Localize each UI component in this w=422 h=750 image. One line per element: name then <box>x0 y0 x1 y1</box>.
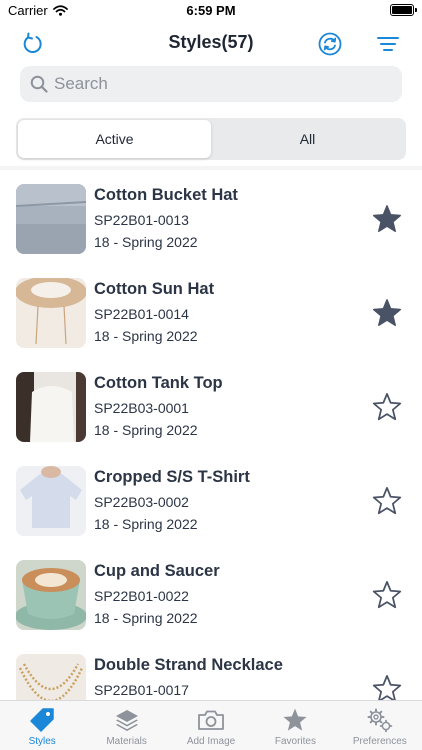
style-code: SP22B01-0017 <box>94 682 189 698</box>
favorite-star-filled-icon[interactable] <box>372 298 402 328</box>
list-item[interactable]: Cotton Sun Hat SP22B01-0014 18 - Spring … <box>0 264 422 358</box>
tab-favorites[interactable]: Favorites <box>253 701 337 750</box>
sync-button[interactable] <box>316 30 344 58</box>
style-name: Cotton Tank Top <box>94 374 223 392</box>
tab-bar: Styles Materials Add Image Favorites Pre… <box>0 700 422 750</box>
tab-label: Add Image <box>186 736 236 747</box>
battery-icon <box>390 4 417 16</box>
style-code: SP22B01-0013 <box>94 212 189 228</box>
page-title: Styles(57) <box>168 32 254 52</box>
list-item[interactable]: Cropped S/S T-Shirt SP22B03-0002 18 - Sp… <box>0 452 422 546</box>
filter-icon <box>377 37 399 51</box>
tab-label: Styles <box>28 736 56 747</box>
list-item[interactable]: Cotton Tank Top SP22B03-0001 18 - Spring… <box>0 358 422 452</box>
favorite-star-outline-icon[interactable] <box>372 486 402 516</box>
list-item[interactable]: Cup and Saucer SP22B01-0022 18 - Spring … <box>0 546 422 640</box>
tab-materials[interactable]: Materials <box>84 701 168 750</box>
style-season: 18 - Spring 2022 <box>94 328 198 344</box>
style-thumbnail <box>16 372 86 442</box>
style-thumbnail <box>16 466 86 536</box>
style-thumbnail <box>16 278 86 348</box>
search-icon <box>30 75 48 93</box>
style-season: 18 - Spring 2022 <box>94 234 198 250</box>
style-season: 18 - Spring 2022 <box>94 516 198 532</box>
tab-add-image[interactable]: Add Image <box>169 701 253 750</box>
list-item[interactable]: Double Strand Necklace SP22B01-0017 <box>0 640 422 700</box>
list-item[interactable]: Cotton Bucket Hat SP22B01-0013 18 - Spri… <box>0 170 422 264</box>
status-segmented-control: Active All <box>16 118 406 160</box>
favorite-star-outline-icon[interactable] <box>372 580 402 610</box>
sync-icon <box>318 32 342 56</box>
status-time: 6:59 PM <box>186 3 236 18</box>
style-season: 18 - Spring 2022 <box>94 610 198 626</box>
star-icon <box>283 708 307 731</box>
tab-styles[interactable]: Styles <box>0 701 84 750</box>
search-bar[interactable] <box>20 66 402 102</box>
filter-button[interactable] <box>374 30 402 58</box>
favorite-star-filled-icon[interactable] <box>372 204 402 234</box>
layers-icon <box>115 710 138 731</box>
favorite-star-outline-icon[interactable] <box>372 674 402 700</box>
style-code: SP22B01-0014 <box>94 306 189 322</box>
favorite-star-outline-icon[interactable] <box>372 392 402 422</box>
style-thumbnail <box>16 654 86 700</box>
style-code: SP22B03-0001 <box>94 400 189 416</box>
tab-label: Favorites <box>274 736 316 747</box>
style-name: Cropped S/S T-Shirt <box>94 468 250 486</box>
tab-preferences[interactable]: Preferences <box>338 701 422 750</box>
style-name: Cotton Bucket Hat <box>94 186 238 204</box>
style-name: Cup and Saucer <box>94 562 220 580</box>
segment-all[interactable]: All <box>211 120 404 158</box>
style-thumbnail <box>16 560 86 630</box>
segment-active[interactable]: Active <box>18 120 211 158</box>
tab-label: Preferences <box>352 736 407 747</box>
camera-icon <box>198 710 224 730</box>
style-code: SP22B03-0002 <box>94 494 189 510</box>
tab-label: Materials <box>106 736 147 747</box>
gears-icon <box>367 708 393 733</box>
tag-icon <box>30 708 54 732</box>
search-input[interactable] <box>54 74 374 94</box>
style-name: Double Strand Necklace <box>94 656 283 674</box>
style-name: Cotton Sun Hat <box>94 280 215 298</box>
status-bar: Carrier 6:59 PM <box>0 0 422 22</box>
style-season: 18 - Spring 2022 <box>94 422 198 438</box>
styles-list: Cotton Bucket Hat SP22B01-0013 18 - Spri… <box>0 170 422 700</box>
nav-bar: Styles(57) <box>0 26 422 62</box>
style-code: SP22B01-0022 <box>94 588 189 604</box>
style-thumbnail <box>16 184 86 254</box>
